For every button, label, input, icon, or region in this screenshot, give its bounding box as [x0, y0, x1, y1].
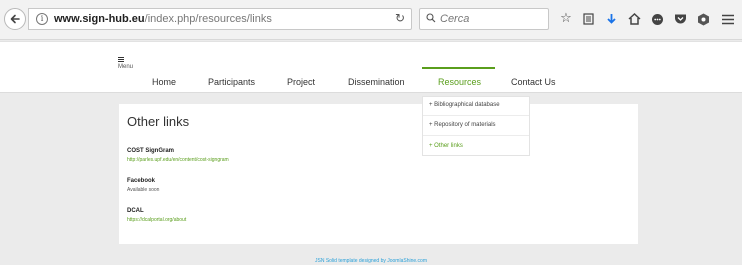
dropdown-divider	[423, 135, 529, 136]
nav-item-participants[interactable]: Participants	[208, 77, 255, 87]
back-arrow-icon	[10, 14, 20, 24]
menu-hamburger-icon	[118, 57, 124, 62]
info-icon[interactable]: i	[36, 13, 48, 25]
footer-credit[interactable]: JSN Solid template designed by JoomlaShi…	[0, 258, 742, 264]
hamburger-menu-icon[interactable]	[720, 11, 736, 27]
bookmark-star-icon[interactable]: ☆	[558, 11, 574, 27]
search-bar[interactable]	[419, 8, 549, 30]
link-title: COST SignGram	[127, 148, 175, 154]
menu-label: Menu	[118, 64, 134, 70]
home-icon[interactable]	[626, 11, 642, 27]
link-entry-facebook: Facebook Available soon	[127, 178, 159, 193]
browser-toolbar: i www.sign-hub.eu/index.php/resources/li…	[0, 0, 742, 40]
nav-item-dissemination[interactable]: Dissemination	[348, 77, 405, 87]
site-header: Menu Home Participants Project Dissemina…	[0, 41, 742, 93]
url-bar[interactable]: i www.sign-hub.eu/index.php/resources/li…	[28, 8, 412, 30]
search-icon	[426, 13, 436, 23]
link-url[interactable]: https://dcalportal.org/about	[127, 217, 186, 223]
link-title: DCAL	[127, 208, 144, 214]
nav-item-project[interactable]: Project	[287, 77, 315, 87]
page-title: Other links	[127, 114, 190, 129]
link-status: Available soon	[127, 187, 160, 193]
nav-item-contact-us[interactable]: Contact Us	[511, 77, 556, 87]
link-title: Facebook	[127, 178, 156, 184]
resources-dropdown-menu: + Bibliographical database + Repository …	[422, 96, 530, 156]
dropdown-item-bibliographical-database[interactable]: + Bibliographical database	[429, 102, 500, 108]
url-host: www.sign-hub.eu	[54, 13, 145, 25]
back-button[interactable]	[4, 8, 26, 30]
download-icon[interactable]	[603, 11, 619, 27]
menu-toggle[interactable]: Menu	[118, 57, 148, 70]
reading-list-icon[interactable]	[580, 11, 596, 27]
pocket-icon[interactable]	[672, 11, 688, 27]
link-entry-dcal: DCAL https://dcalportal.org/about	[127, 208, 186, 223]
dropdown-item-other-links[interactable]: + Other links	[429, 143, 463, 149]
chat-icon[interactable]	[649, 11, 665, 27]
content-card: Other links COST SignGram http://parles.…	[119, 104, 638, 244]
nav-item-resources[interactable]: Resources	[438, 77, 481, 87]
reload-icon[interactable]: ↻	[395, 11, 405, 25]
url-path: /index.php/resources/links	[144, 13, 272, 25]
dropdown-item-repository-of-materials[interactable]: + Repository of materials	[429, 122, 496, 128]
link-url[interactable]: http://parles.upf.edu/en/content/cost-si…	[127, 157, 229, 163]
search-input[interactable]	[440, 11, 544, 27]
link-entry-cost-signgram: COST SignGram http://parles.upf.edu/en/c…	[127, 148, 229, 163]
active-nav-indicator	[422, 67, 495, 69]
dropdown-divider	[423, 115, 529, 116]
extension-icon[interactable]	[695, 11, 711, 27]
nav-item-home[interactable]: Home	[152, 77, 176, 87]
url-text[interactable]: www.sign-hub.eu/index.php/resources/link…	[54, 13, 272, 25]
